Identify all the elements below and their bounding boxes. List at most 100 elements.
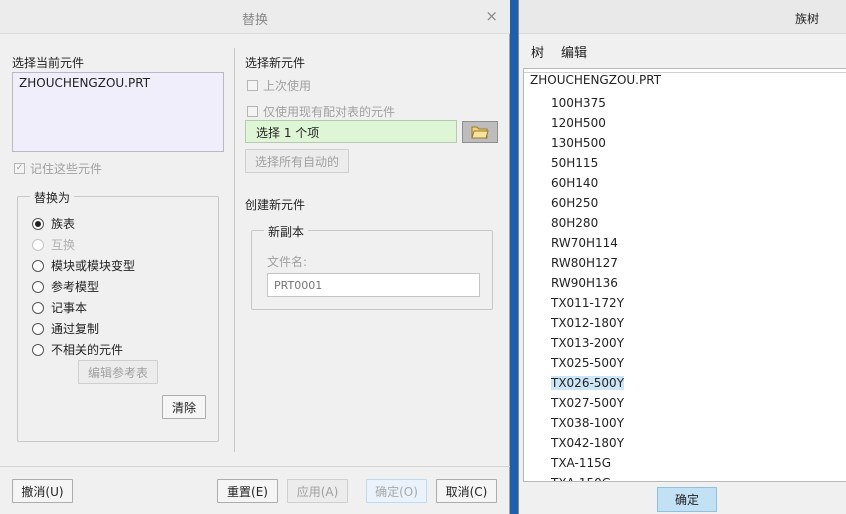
radio-module-variant[interactable]: 模块或模块变型	[32, 257, 135, 274]
folder-open-icon	[471, 126, 489, 139]
radio-label: 参考模型	[51, 280, 100, 294]
family-tree-menubar: 树 编辑	[519, 34, 846, 64]
radio-interchange: 互换	[32, 236, 75, 253]
ok-button: 确定(O)	[366, 479, 427, 503]
replace-with-legend: 替换为	[30, 189, 75, 206]
current-component-list[interactable]: ZHOUCHENGZOU.PRT	[12, 72, 224, 152]
tree-item-label: TX042-180Y	[551, 436, 625, 450]
tree-item-label: RW70H114	[551, 236, 618, 250]
radio-icon	[32, 343, 44, 356]
new-component-label: 选择新元件	[245, 56, 306, 70]
open-file-button[interactable]	[462, 121, 498, 143]
tree-item-label: 50H115	[551, 156, 599, 170]
remember-checkbox: ✓ 记住这些元件	[14, 160, 102, 177]
tree-item[interactable]: 60H250	[550, 193, 625, 213]
tree-item[interactable]: TX027-500Y	[550, 393, 625, 413]
radio-icon	[32, 301, 44, 314]
family-tree-ok-button[interactable]: 确定	[657, 487, 717, 512]
tree-item-label: TX038-100Y	[551, 416, 625, 430]
tree-item-label: 60H140	[551, 176, 599, 190]
tree-item-label: RW90H136	[551, 276, 618, 290]
current-component-label: 选择当前元件	[12, 56, 85, 70]
tree-root-node[interactable]: ZHOUCHENGZOU.PRT	[530, 73, 661, 87]
tree-item-label: TX027-500Y	[551, 396, 625, 410]
tree-item[interactable]: TXA-150G	[550, 473, 625, 481]
family-tree-title: 族树	[794, 12, 819, 26]
radio-label: 通过复制	[51, 322, 100, 336]
family-tree-view[interactable]: ZHOUCHENGZOU.PRT 100H375 120H500 130H500 50…	[523, 68, 846, 482]
tree-item-label: RW80H127	[551, 256, 618, 270]
tree-item[interactable]: TX026-500Y	[550, 373, 625, 393]
select-all-auto-button: 选择所有自动的	[245, 149, 349, 173]
tree-item-label: TX011-172Y	[551, 296, 625, 310]
tree-item[interactable]: 80H280	[550, 213, 625, 233]
only-pair-table-label: 仅使用现有配对表的元件	[263, 105, 396, 119]
dialog-title-bar: 替换 ×	[0, 0, 510, 34]
tree-item-label: TX013-200Y	[551, 336, 625, 350]
tree-item[interactable]: RW90H136	[550, 273, 625, 293]
tree-item-label: TX012-180Y	[551, 316, 625, 330]
last-used-checkbox: 上次使用	[247, 77, 311, 94]
tree-item-label: 130H500	[551, 136, 606, 150]
tree-item[interactable]: TX038-100Y	[550, 413, 625, 433]
only-pair-table-checkbox: 仅使用现有配对表的元件	[247, 103, 395, 120]
tree-item-label: TX026-500Y	[551, 376, 625, 390]
selected-items-field[interactable]: 选择 1 个项	[245, 120, 457, 143]
radio-reference-model[interactable]: 参考模型	[32, 278, 99, 295]
tree-instance-list: 100H375 120H500 130H500 50H115 60H140 60H250 8…	[550, 93, 625, 481]
tree-item-label: 80H280	[551, 216, 599, 230]
tree-item[interactable]: TX025-500Y	[550, 353, 625, 373]
tree-item[interactable]: RW70H114	[550, 233, 625, 253]
tree-item[interactable]: RW80H127	[550, 253, 625, 273]
checkmark-icon: ✓	[14, 163, 25, 174]
remember-label: 记住这些元件	[30, 162, 103, 176]
tree-item[interactable]: TXA-115G	[550, 453, 625, 473]
radio-label: 互换	[51, 238, 76, 252]
footer-divider	[0, 466, 510, 467]
filename-label: 文件名:	[267, 255, 308, 269]
radio-by-copy[interactable]: 通过复制	[32, 320, 99, 337]
menu-tree[interactable]: 树	[531, 42, 544, 61]
replace-dialog: 替换 × 选择当前元件 ZHOUCHENGZOU.PRT ✓ 记住这些元件 替换…	[0, 0, 510, 514]
radio-icon	[32, 238, 44, 251]
tree-item[interactable]: 120H500	[550, 113, 625, 133]
cancel-button[interactable]: 取消(C)	[436, 479, 497, 503]
radio-family-table[interactable]: 族表	[32, 215, 75, 232]
tree-item-label: TXA-115G	[551, 456, 612, 470]
tree-item[interactable]: TX012-180Y	[550, 313, 625, 333]
reset-button[interactable]: 重置(E)	[217, 479, 278, 503]
radio-icon	[32, 259, 44, 272]
tree-item[interactable]: TX011-172Y	[550, 293, 625, 313]
radio-icon	[32, 322, 44, 335]
undo-button[interactable]: 撤消(U)	[12, 479, 73, 503]
menu-edit[interactable]: 编辑	[561, 42, 587, 61]
radio-unrelated[interactable]: 不相关的元件	[32, 341, 123, 358]
tree-item[interactable]: TX013-200Y	[550, 333, 625, 353]
tree-item[interactable]: 50H115	[550, 153, 625, 173]
last-used-label: 上次使用	[263, 79, 312, 93]
radio-icon	[32, 280, 44, 293]
tree-item-label: 100H375	[551, 96, 606, 110]
tree-item-label: 60H250	[551, 196, 599, 210]
new-copy-legend: 新副本	[264, 223, 309, 240]
radio-label: 族表	[51, 217, 76, 231]
radio-label: 模块或模块变型	[51, 259, 136, 273]
checkbox-icon	[247, 80, 258, 91]
family-tree-window: 族树 树 编辑 ZHOUCHENGZOU.PRT 100H375 120H500 1…	[518, 0, 846, 514]
new-copy-group	[251, 230, 493, 310]
radio-selected-icon	[32, 217, 44, 230]
tree-item[interactable]: TX042-180Y	[550, 433, 625, 453]
tree-item[interactable]: 130H500	[550, 133, 625, 153]
close-icon[interactable]: ×	[485, 7, 498, 25]
tree-item[interactable]: 60H140	[550, 173, 625, 193]
tree-item-label: TX025-500Y	[551, 356, 625, 370]
clear-button[interactable]: 清除	[162, 395, 206, 419]
radio-label: 记事本	[51, 301, 88, 315]
current-component-item[interactable]: ZHOUCHENGZOU.PRT	[19, 76, 150, 90]
tree-item[interactable]: 100H375	[550, 93, 625, 113]
filename-input[interactable]	[267, 273, 480, 297]
apply-button: 应用(A)	[287, 479, 348, 503]
create-new-component-label: 创建新元件	[245, 198, 306, 212]
radio-notebook[interactable]: 记事本	[32, 299, 87, 316]
family-tree-title-bar: 族树	[519, 0, 846, 34]
